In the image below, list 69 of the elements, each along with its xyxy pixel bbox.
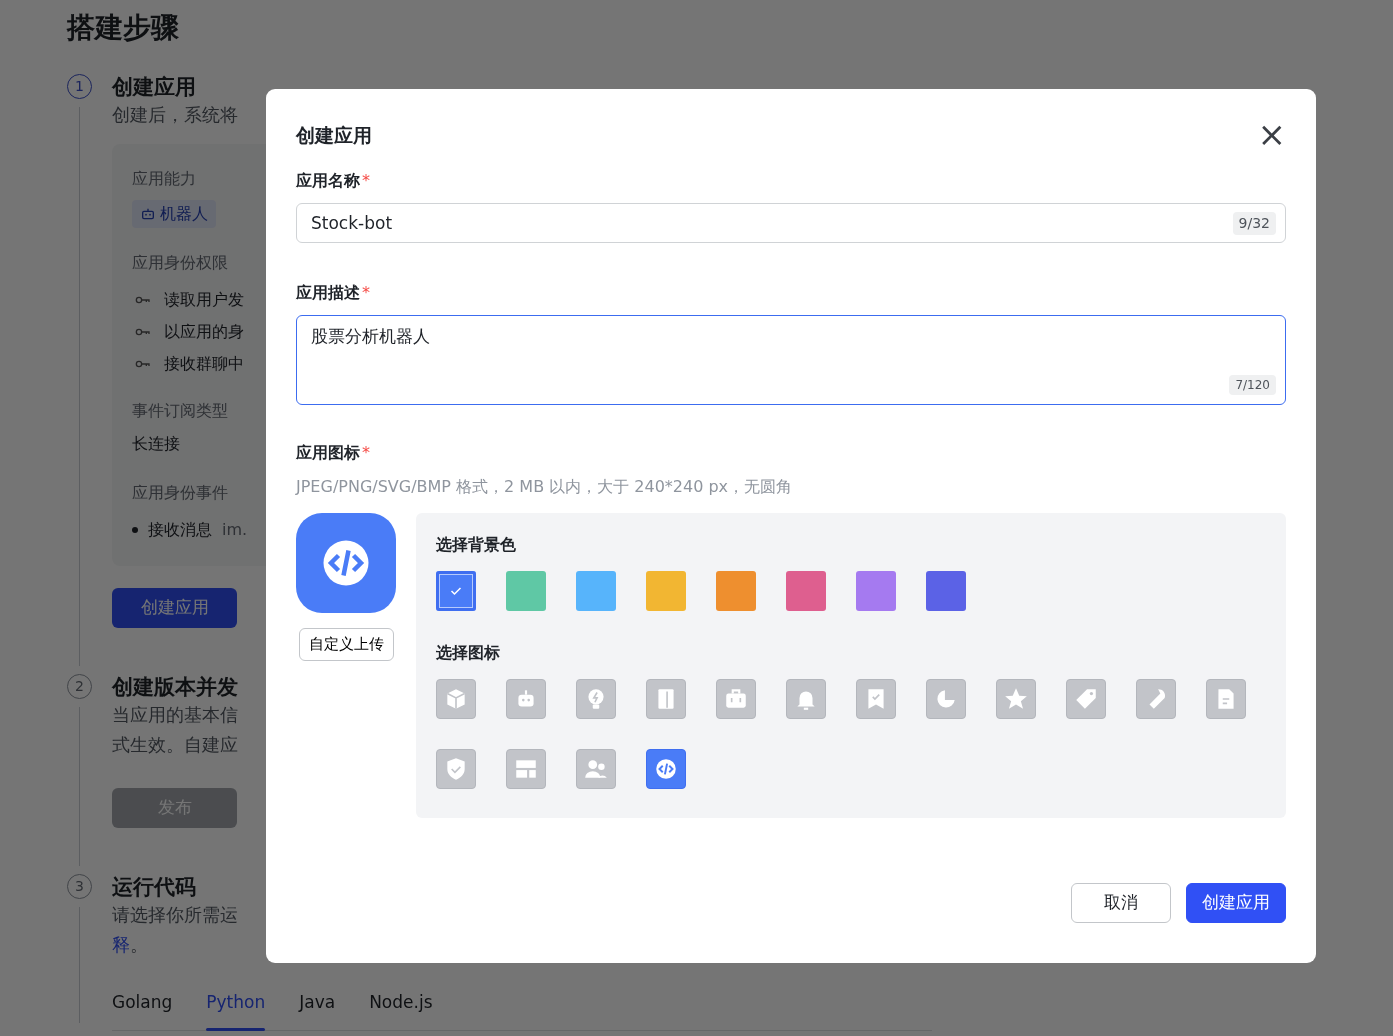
capability-tag: 机器人 bbox=[132, 200, 216, 228]
step-description: 创建后，系统将 bbox=[112, 103, 239, 127]
step-description: 请选择你所需运 bbox=[112, 903, 239, 927]
section-label: 事件订阅类型 bbox=[132, 400, 228, 422]
section-label: 应用身份权限 bbox=[132, 252, 228, 274]
section-label: 应用能力 bbox=[132, 168, 196, 190]
color-swatch[interactable] bbox=[646, 571, 686, 611]
language-tab[interactable]: Node.js bbox=[369, 984, 433, 1030]
picker-label: 选择图标 bbox=[436, 642, 501, 664]
color-swatch[interactable] bbox=[926, 571, 966, 611]
page-title: 搭建步骤 bbox=[67, 10, 180, 46]
upload-button[interactable]: 自定义上传 bbox=[298, 628, 394, 661]
icon-option[interactable] bbox=[1206, 679, 1246, 719]
color-swatch[interactable] bbox=[786, 571, 826, 611]
event-code: im. bbox=[222, 519, 248, 541]
color-swatch[interactable] bbox=[716, 571, 756, 611]
icon-option[interactable] bbox=[1136, 679, 1176, 719]
field-label: 应用图标 bbox=[296, 443, 360, 462]
icon-option[interactable] bbox=[436, 679, 476, 719]
step-title: 创建应用 bbox=[112, 74, 197, 100]
icon-option[interactable] bbox=[1066, 679, 1106, 719]
create-app-button[interactable]: 创建应用 bbox=[112, 588, 237, 628]
icon-option[interactable] bbox=[576, 749, 616, 789]
icon-option[interactable] bbox=[646, 749, 686, 789]
event-name: 接收消息 bbox=[148, 519, 212, 541]
icon-option[interactable] bbox=[436, 749, 476, 789]
language-tab[interactable]: Golang bbox=[112, 984, 173, 1030]
step-description: 当应用的基本信 bbox=[112, 703, 238, 727]
icon-option[interactable] bbox=[716, 679, 756, 719]
color-swatch[interactable] bbox=[576, 571, 616, 611]
step-title: 运行代码 bbox=[112, 874, 197, 900]
step-title: 创建版本并发 bbox=[112, 674, 238, 700]
permission-text: 读取用户发 bbox=[164, 289, 244, 311]
icon-option[interactable] bbox=[646, 679, 686, 719]
required-mark: * bbox=[362, 171, 370, 190]
color-swatch[interactable] bbox=[856, 571, 896, 611]
dialog-title: 创建应用 bbox=[296, 123, 372, 148]
permission-text: 以应用的身 bbox=[164, 321, 244, 343]
icon-option[interactable] bbox=[576, 679, 616, 719]
step-description: 。 bbox=[130, 934, 148, 955]
permission-text: 接收群聊中 bbox=[164, 353, 244, 375]
doc-link[interactable]: 释 bbox=[112, 934, 130, 955]
code-icon bbox=[653, 756, 679, 782]
field-label: 应用名称 bbox=[296, 171, 360, 190]
section-label: 应用身份事件 bbox=[132, 482, 228, 504]
icon-option[interactable] bbox=[996, 679, 1036, 719]
field-label: 应用描述 bbox=[296, 283, 360, 302]
language-tab[interactable]: Python bbox=[206, 984, 266, 1030]
icon-option[interactable] bbox=[926, 679, 966, 719]
required-mark: * bbox=[362, 283, 370, 302]
icon-option[interactable] bbox=[786, 679, 826, 719]
picker-label: 选择背景色 bbox=[436, 534, 517, 556]
color-swatch[interactable] bbox=[506, 571, 546, 611]
close-button[interactable]: × bbox=[1257, 119, 1286, 149]
create-app-button[interactable]: 创建应用 bbox=[1186, 883, 1286, 923]
format-hint: JPEG/PNG/SVG/BMP 格式，2 MB 以内，大于 240*240 px，无圆角 bbox=[296, 476, 794, 498]
icon-option[interactable] bbox=[856, 679, 896, 719]
step-description: 式生效。自建应 bbox=[112, 733, 238, 757]
robot-icon bbox=[140, 206, 156, 222]
icon-option[interactable] bbox=[506, 749, 546, 789]
character-counter: 7/120 bbox=[1229, 375, 1276, 395]
language-tab[interactable]: Java bbox=[299, 984, 336, 1030]
subscription-value: 长连接 bbox=[132, 433, 180, 455]
required-mark: * bbox=[362, 443, 370, 462]
character-counter: 9/32 bbox=[1232, 212, 1276, 235]
icon-option[interactable] bbox=[506, 679, 546, 719]
bullet-dot bbox=[132, 527, 138, 533]
color-swatch[interactable] bbox=[436, 571, 476, 611]
cancel-button[interactable]: 取消 bbox=[1071, 883, 1171, 923]
